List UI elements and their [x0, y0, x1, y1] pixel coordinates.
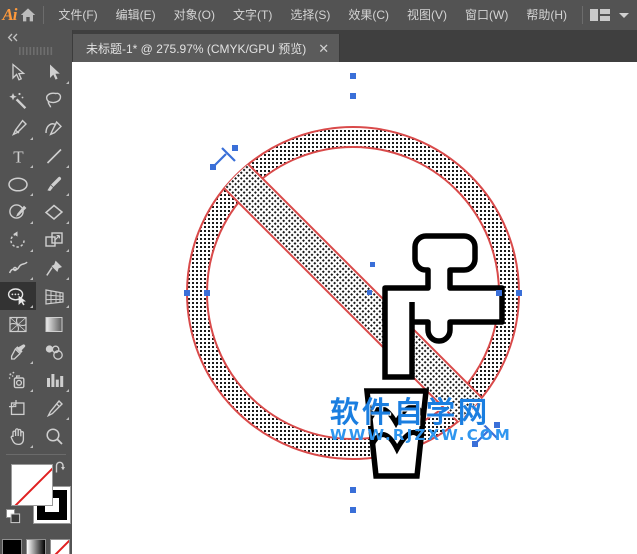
flyout-indicator-icon [30, 165, 33, 168]
document-tab-bar: 未标题-1* @ 275.97% (CMYK/GPU 预览) ✕ [72, 30, 637, 62]
water-stream [385, 302, 412, 377]
flyout-indicator-icon [66, 221, 69, 224]
artboard-tool[interactable] [0, 394, 36, 422]
menu-view[interactable]: 视图(V) [398, 0, 456, 30]
home-icon[interactable] [19, 0, 37, 30]
flyout-indicator-icon [30, 277, 33, 280]
menu-window[interactable]: 窗口(W) [456, 0, 517, 30]
menu-effect[interactable]: 效果(C) [339, 0, 398, 30]
mesh-tool[interactable] [0, 310, 36, 338]
flyout-indicator-icon [66, 305, 69, 308]
ellipse-tool[interactable] [0, 170, 36, 198]
selection-tool[interactable] [0, 58, 36, 86]
gradient-tool[interactable] [36, 310, 72, 338]
flyout-indicator-icon [30, 389, 33, 392]
curvature-tool[interactable] [36, 114, 72, 142]
menu-edit[interactable]: 编辑(E) [107, 0, 165, 30]
fill-swatch[interactable] [11, 464, 53, 506]
line-segment-tool[interactable] [36, 142, 72, 170]
hand-tool[interactable] [0, 422, 36, 450]
flyout-indicator-icon [30, 249, 33, 252]
menu-file[interactable]: 文件(F) [49, 0, 106, 30]
flyout-indicator-icon [66, 389, 69, 392]
app-logo: Ai [0, 0, 19, 30]
menu-item-list: 文件(F) 编辑(E) 对象(O) 文字(T) 选择(S) 效果(C) 视图(V… [49, 0, 576, 30]
workspace-switcher-icon[interactable] [589, 7, 611, 23]
tool-grid: T [0, 58, 72, 450]
blend-tool[interactable] [36, 338, 72, 366]
close-icon[interactable]: ✕ [318, 42, 329, 55]
menu-help[interactable]: 帮助(H) [517, 0, 576, 30]
flyout-indicator-icon [30, 361, 33, 364]
eraser-tool[interactable] [36, 198, 72, 226]
flyout-indicator-icon [66, 249, 69, 252]
none-swatch-button[interactable] [50, 539, 70, 554]
fill-none-slash-icon [14, 464, 53, 506]
flyout-indicator-icon [66, 165, 69, 168]
pen-tool[interactable] [0, 114, 36, 142]
gradient-swatch-button[interactable] [26, 539, 46, 554]
color-mode-row [0, 539, 72, 554]
flyout-indicator-icon [66, 193, 69, 196]
document-canvas[interactable]: 软件自学网 WWW.RJZXW.COM [72, 62, 637, 554]
scale-tool[interactable] [36, 226, 72, 254]
tools-panel: T [0, 30, 73, 554]
slice-tool[interactable] [36, 394, 72, 422]
color-swatch-button[interactable] [2, 539, 22, 554]
workspace-divider [582, 6, 583, 24]
menu-select[interactable]: 选择(S) [281, 0, 339, 30]
shaper-tool[interactable] [0, 198, 36, 226]
symbol-sprayer-tool[interactable] [0, 366, 36, 394]
zoom-tool[interactable] [36, 422, 72, 450]
flyout-indicator-icon [30, 137, 33, 140]
perspective-grid-tool[interactable] [36, 282, 72, 310]
width-tool[interactable] [0, 254, 36, 282]
artwork-no-drinking-water [72, 62, 637, 554]
flyout-indicator-icon [30, 305, 33, 308]
type-tool[interactable]: T [0, 142, 36, 170]
flyout-indicator-icon [30, 445, 33, 448]
drinking-glass [367, 391, 426, 476]
fill-stroke-controls [0, 459, 72, 533]
flyout-indicator-icon [66, 277, 69, 280]
column-graph-tool[interactable] [36, 366, 72, 394]
menu-object[interactable]: 对象(O) [165, 0, 224, 30]
menu-divider [43, 6, 44, 24]
menu-type[interactable]: 文字(T) [224, 0, 281, 30]
chevron-down-icon[interactable] [619, 13, 629, 18]
rotate-tool[interactable] [0, 226, 36, 254]
eyedropper-tool[interactable] [0, 338, 36, 366]
flyout-indicator-icon [66, 81, 69, 84]
swap-fill-stroke-icon[interactable] [53, 461, 68, 480]
document-tab[interactable]: 未标题-1* @ 275.97% (CMYK/GPU 预览) ✕ [72, 34, 340, 62]
drag-grip-icon[interactable] [0, 44, 72, 58]
flyout-indicator-icon [30, 193, 33, 196]
paintbrush-tool[interactable] [36, 170, 72, 198]
svg-text:T: T [13, 147, 24, 166]
menu-bar: Ai 文件(F) 编辑(E) 对象(O) 文字(T) 选择(S) 效果(C) 视… [0, 0, 637, 30]
shape-builder-tool[interactable] [0, 282, 36, 310]
flyout-indicator-icon [66, 417, 69, 420]
free-transform-tool[interactable] [36, 254, 72, 282]
document-tab-title: 未标题-1* @ 275.97% (CMYK/GPU 预览) [86, 40, 306, 57]
direct-selection-tool[interactable] [36, 58, 72, 86]
illustrator-window: Ai 文件(F) 编辑(E) 对象(O) 文字(T) 选择(S) 效果(C) 视… [0, 0, 637, 554]
lasso-tool[interactable] [36, 86, 72, 114]
double-chevron-left-icon[interactable] [0, 30, 72, 44]
magic-wand-tool[interactable] [0, 86, 36, 114]
toolbar-divider [6, 454, 66, 455]
workspace-area [576, 6, 637, 24]
default-fill-stroke-icon[interactable] [6, 509, 21, 529]
flyout-indicator-icon [30, 221, 33, 224]
